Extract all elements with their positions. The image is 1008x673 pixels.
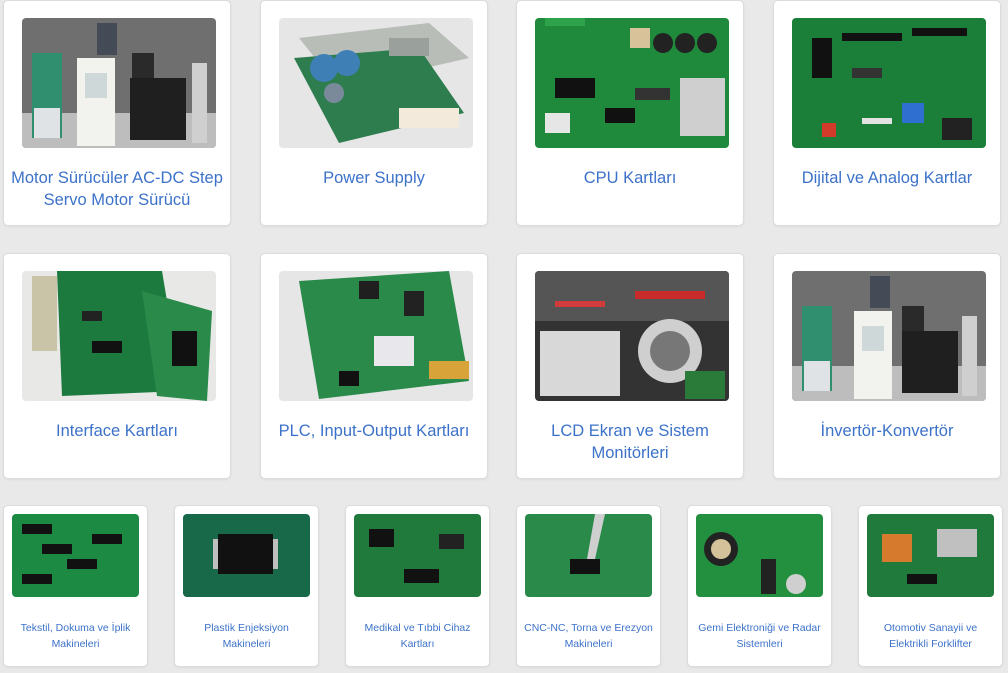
category-card-motor-drivers[interactable]: Motor Sürücüler AC-DC Step Servo Motor S… xyxy=(3,0,231,226)
category-card-power-supply[interactable]: Power Supply xyxy=(260,0,488,226)
lcd-monitor-photo xyxy=(535,271,729,401)
category-card-cnc[interactable]: CNC-NC, Torna ve Erezyon Makineleri xyxy=(516,505,661,667)
category-label: Tekstil, Dokuma ve İplik Makineleri xyxy=(20,622,131,650)
marine-pcb-photo xyxy=(696,514,823,597)
power-supply-photo xyxy=(279,18,473,148)
category-card-textile[interactable]: Tekstil, Dokuma ve İplik Makineleri xyxy=(3,505,148,667)
medical-pcb-photo xyxy=(354,514,481,597)
category-card-interface[interactable]: Interface Kartları xyxy=(3,253,231,479)
plastic-injection-chip-photo xyxy=(183,514,310,597)
category-card-cpu-boards[interactable]: CPU Kartları xyxy=(516,0,744,226)
digital-analog-board-photo xyxy=(792,18,986,148)
textile-pcb-photo xyxy=(12,514,139,597)
category-label: Interface Kartları xyxy=(56,422,178,440)
category-card-inverter[interactable]: İnvertör-Konvertör xyxy=(773,253,1001,479)
category-label: Plastik Enjeksiyon Makineleri xyxy=(204,622,289,650)
category-label: Gemi Elektroniği ve Radar Sistemleri xyxy=(698,622,821,650)
category-card-lcd[interactable]: LCD Ekran ve Sistem Monitörleri xyxy=(516,253,744,479)
category-card-plastic[interactable]: Plastik Enjeksiyon Makineleri xyxy=(174,505,319,667)
category-label: PLC, Input-Output Kartları xyxy=(278,422,470,440)
category-label: Dijital ve Analog Kartlar xyxy=(801,169,973,187)
inverter-converter-photo xyxy=(792,271,986,401)
category-label: Otomotiv Sanayii ve Elektrikli Forklifte… xyxy=(883,622,978,650)
category-label: Medikal ve Tıbbi Cihaz Kartları xyxy=(364,622,471,650)
category-label: Power Supply xyxy=(323,169,425,187)
category-card-automotive[interactable]: Otomotiv Sanayii ve Elektrikli Forklifte… xyxy=(858,505,1003,667)
motor-driver-photo xyxy=(22,18,216,148)
cnc-soldering-photo xyxy=(525,514,652,597)
category-label: Motor Sürücüler AC-DC Step Servo Motor S… xyxy=(11,169,223,209)
category-label: LCD Ekran ve Sistem Monitörleri xyxy=(551,422,709,462)
category-label: CNC-NC, Torna ve Erezyon Makineleri xyxy=(524,622,653,650)
category-card-medical[interactable]: Medikal ve Tıbbi Cihaz Kartları xyxy=(345,505,490,667)
cpu-board-photo xyxy=(535,18,729,148)
plc-io-board-photo xyxy=(279,271,473,401)
category-label: CPU Kartları xyxy=(583,169,677,187)
category-card-plc[interactable]: PLC, Input-Output Kartları xyxy=(260,253,488,479)
automotive-pcb-photo xyxy=(867,514,994,597)
interface-board-photo xyxy=(22,271,216,401)
category-card-digital-analog[interactable]: Dijital ve Analog Kartlar xyxy=(773,0,1001,226)
category-card-marine[interactable]: Gemi Elektroniği ve Radar Sistemleri xyxy=(687,505,832,667)
category-label: İnvertör-Konvertör xyxy=(820,422,954,440)
